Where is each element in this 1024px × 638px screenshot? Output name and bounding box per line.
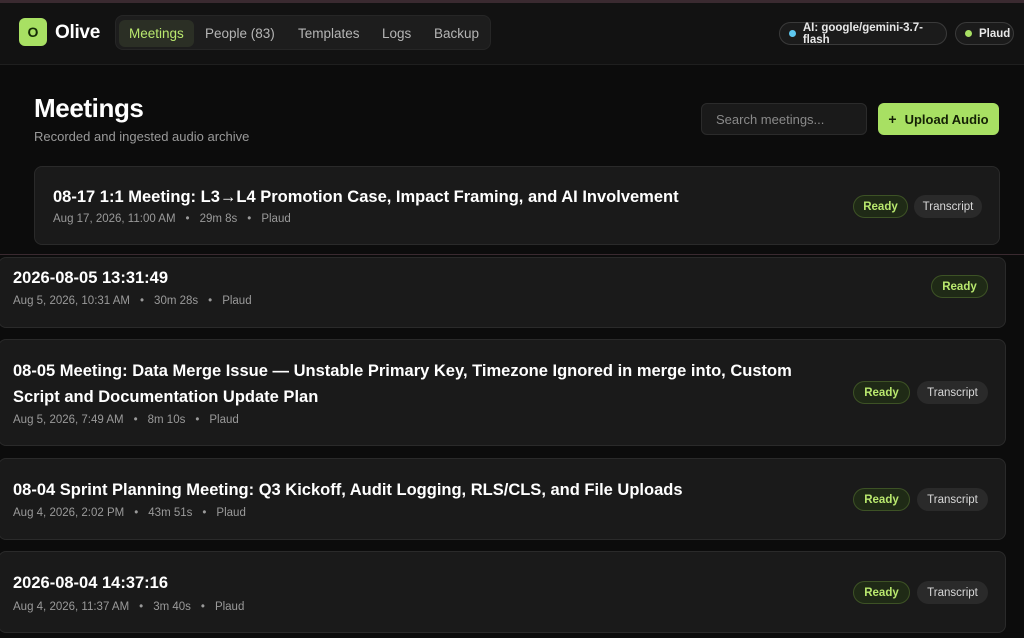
status-badge: Ready [853,381,910,404]
meta-separator: • [134,507,139,519]
meeting-duration: 29m 8s [199,213,238,225]
upload-audio-label: Upload Audio [904,111,989,127]
nav-backup[interactable]: Backup [434,20,479,47]
nav-people[interactable]: People (83) [205,20,275,47]
plus-icon: + [888,111,897,127]
source-status-dot-icon [965,30,972,37]
nav-templates[interactable]: Templates [298,20,360,47]
page-subtitle: Recorded and ingested audio archive [34,129,250,144]
transcript-button[interactable]: Transcript [917,381,988,404]
meeting-card[interactable]: 2026-08-04 14:37:16 Aug 4, 2026, 11:37 A… [0,551,1006,633]
upload-audio-button[interactable]: + Upload Audio [878,103,999,135]
meeting-date: Aug 4, 2026, 2:02 PM [13,507,125,519]
search-input[interactable] [701,103,867,135]
logo-icon[interactable]: O [19,18,47,46]
meeting-date: Aug 4, 2026, 11:37 AM [13,601,130,613]
meta-separator: • [185,213,190,225]
meeting-title[interactable]: 08-17 1:1 Meeting: L3→L4 Promotion Case,… [53,184,833,210]
meeting-duration: 8m 10s [147,414,186,426]
meeting-meta: Aug 17, 2026, 11:00 AM • 29m 8s • Plaud [53,213,291,225]
source-pill[interactable]: Plaud [955,22,1014,45]
meeting-title[interactable]: 08-04 Sprint Planning Meeting: Q3 Kickof… [13,477,843,503]
status-badge: Ready [853,195,908,218]
meeting-meta: Aug 4, 2026, 2:02 PM • 43m 51s • Plaud [13,507,246,519]
meeting-meta: Aug 5, 2026, 7:49 AM • 8m 10s • Plaud [13,414,239,426]
transcript-button[interactable]: Transcript [914,195,982,218]
status-badge: Ready [853,488,910,511]
status-badge: Ready [931,275,988,298]
meeting-meta: Aug 4, 2026, 11:37 AM • 3m 40s • Plaud [13,601,244,613]
meeting-date: Aug 5, 2026, 10:31 AM [13,295,131,307]
meta-separator: • [200,601,205,613]
top-bar: O Olive Meetings People (83) Templates L… [0,3,1024,65]
meta-separator: • [208,295,213,307]
transcript-button[interactable]: Transcript [917,581,988,604]
meeting-card[interactable]: 08-17 1:1 Meeting: L3→L4 Promotion Case,… [34,166,1000,245]
meta-separator: • [140,295,145,307]
meta-separator: • [202,507,207,519]
meeting-source: Plaud [209,414,239,426]
meta-separator: • [195,414,200,426]
meeting-date: Aug 5, 2026, 7:49 AM [13,414,124,426]
meeting-meta: Aug 5, 2026, 10:31 AM • 30m 28s • Plaud [13,295,252,307]
meeting-card[interactable]: 08-04 Sprint Planning Meeting: Q3 Kickof… [0,458,1006,540]
meeting-duration: 30m 28s [154,295,199,307]
meeting-duration: 3m 40s [153,601,191,613]
meeting-title[interactable]: 2026-08-05 13:31:49 [13,265,813,291]
main-nav: Meetings People (83) Templates Logs Back… [115,15,491,50]
meeting-source: Plaud [222,295,252,307]
scroll-seam [0,254,1024,255]
transcript-button[interactable]: Transcript [917,488,988,511]
ai-status-dot-icon [789,30,796,37]
source-label: Plaud [979,27,1011,40]
meeting-source: Plaud [261,213,291,225]
status-badge: Ready [853,581,910,604]
meta-separator: • [139,601,144,613]
nav-logs[interactable]: Logs [382,20,411,47]
app-name[interactable]: Olive [55,22,100,44]
meeting-date: Aug 17, 2026, 11:00 AM [53,213,176,225]
meta-separator: • [133,414,138,426]
ai-model-pill[interactable]: AI: google/gemini-3.7-flash [779,21,947,46]
page-title: Meetings [34,93,144,123]
ai-model-label: AI: google/gemini-3.7-flash [802,21,923,46]
meeting-source: Plaud [216,507,246,519]
meeting-source: Plaud [214,601,245,613]
meeting-card[interactable]: 08-05 Meeting: Data Merge Issue — Unstab… [0,339,1006,446]
meeting-title[interactable]: 08-05 Meeting: Data Merge Issue — Unstab… [13,358,843,410]
meeting-card[interactable]: 2026-08-05 13:31:49 Aug 5, 2026, 10:31 A… [0,257,1006,328]
meeting-duration: 43m 51s [148,507,193,519]
meeting-title[interactable]: 2026-08-04 14:37:16 [13,570,843,596]
meta-separator: • [247,213,252,225]
nav-meetings[interactable]: Meetings [119,20,194,47]
